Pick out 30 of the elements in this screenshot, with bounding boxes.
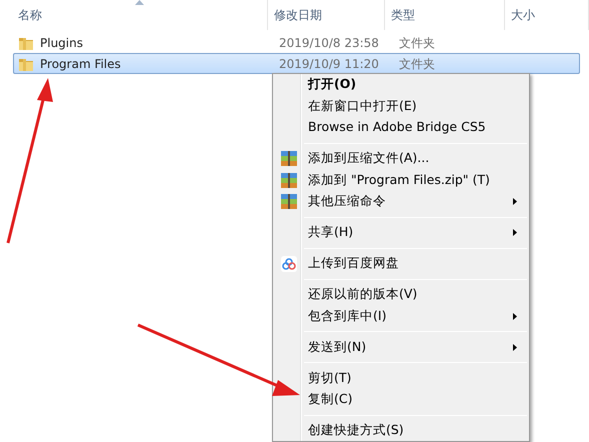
column-header[interactable]: 修改日期 xyxy=(268,0,385,30)
menu-item[interactable]: 共享(H) xyxy=(275,222,527,244)
file-date: 2019/10/9 11:20 xyxy=(278,56,380,72)
menu-item[interactable]: 添加到压缩文件(A)... xyxy=(275,148,527,170)
file-row[interactable]: Program Files 2019/10/9 11:20 文件夹 xyxy=(13,53,580,74)
menu-item[interactable]: 上传到百度网盘 xyxy=(275,253,527,274)
archive-icon xyxy=(281,151,297,166)
menu-item[interactable]: 还原以前的版本(V) xyxy=(275,284,527,306)
archive-icon xyxy=(281,194,297,210)
column-header[interactable]: 类型 xyxy=(385,0,505,30)
menu-item[interactable]: 剪切(T) xyxy=(275,368,527,389)
file-type: 文件夹 xyxy=(398,34,435,52)
menu-item[interactable]: 其他压缩命令 xyxy=(275,191,527,212)
archive-icon xyxy=(281,172,297,188)
file-date: 2019/10/8 23:58 xyxy=(278,34,380,52)
menu-item[interactable]: 复制(C) xyxy=(275,389,527,410)
file-row[interactable]: Plugins 2019/10/8 23:58 文件夹 xyxy=(13,32,580,53)
file-name: Program Files xyxy=(40,56,121,72)
menu-item[interactable]: 打开(O) xyxy=(275,74,527,96)
cloud-icon xyxy=(281,256,297,272)
menu-item[interactable]: 发送到(N) xyxy=(275,336,527,358)
file-type: 文件夹 xyxy=(398,56,435,72)
menu-item[interactable]: Browse in Adobe Bridge CS5 xyxy=(275,117,527,138)
menu-item[interactable]: 添加到 "Program Files.zip" (T) xyxy=(275,170,527,191)
column-header[interactable]: 名称 xyxy=(0,0,268,30)
file-name: Plugins xyxy=(40,34,83,52)
column-header[interactable]: 大小 xyxy=(505,0,589,30)
menu-item[interactable]: 在新窗口中打开(E) xyxy=(275,96,527,117)
menu-item[interactable]: 创建快捷方式(S) xyxy=(275,420,527,441)
menu-item[interactable]: 包含到库中(I) xyxy=(275,306,527,327)
